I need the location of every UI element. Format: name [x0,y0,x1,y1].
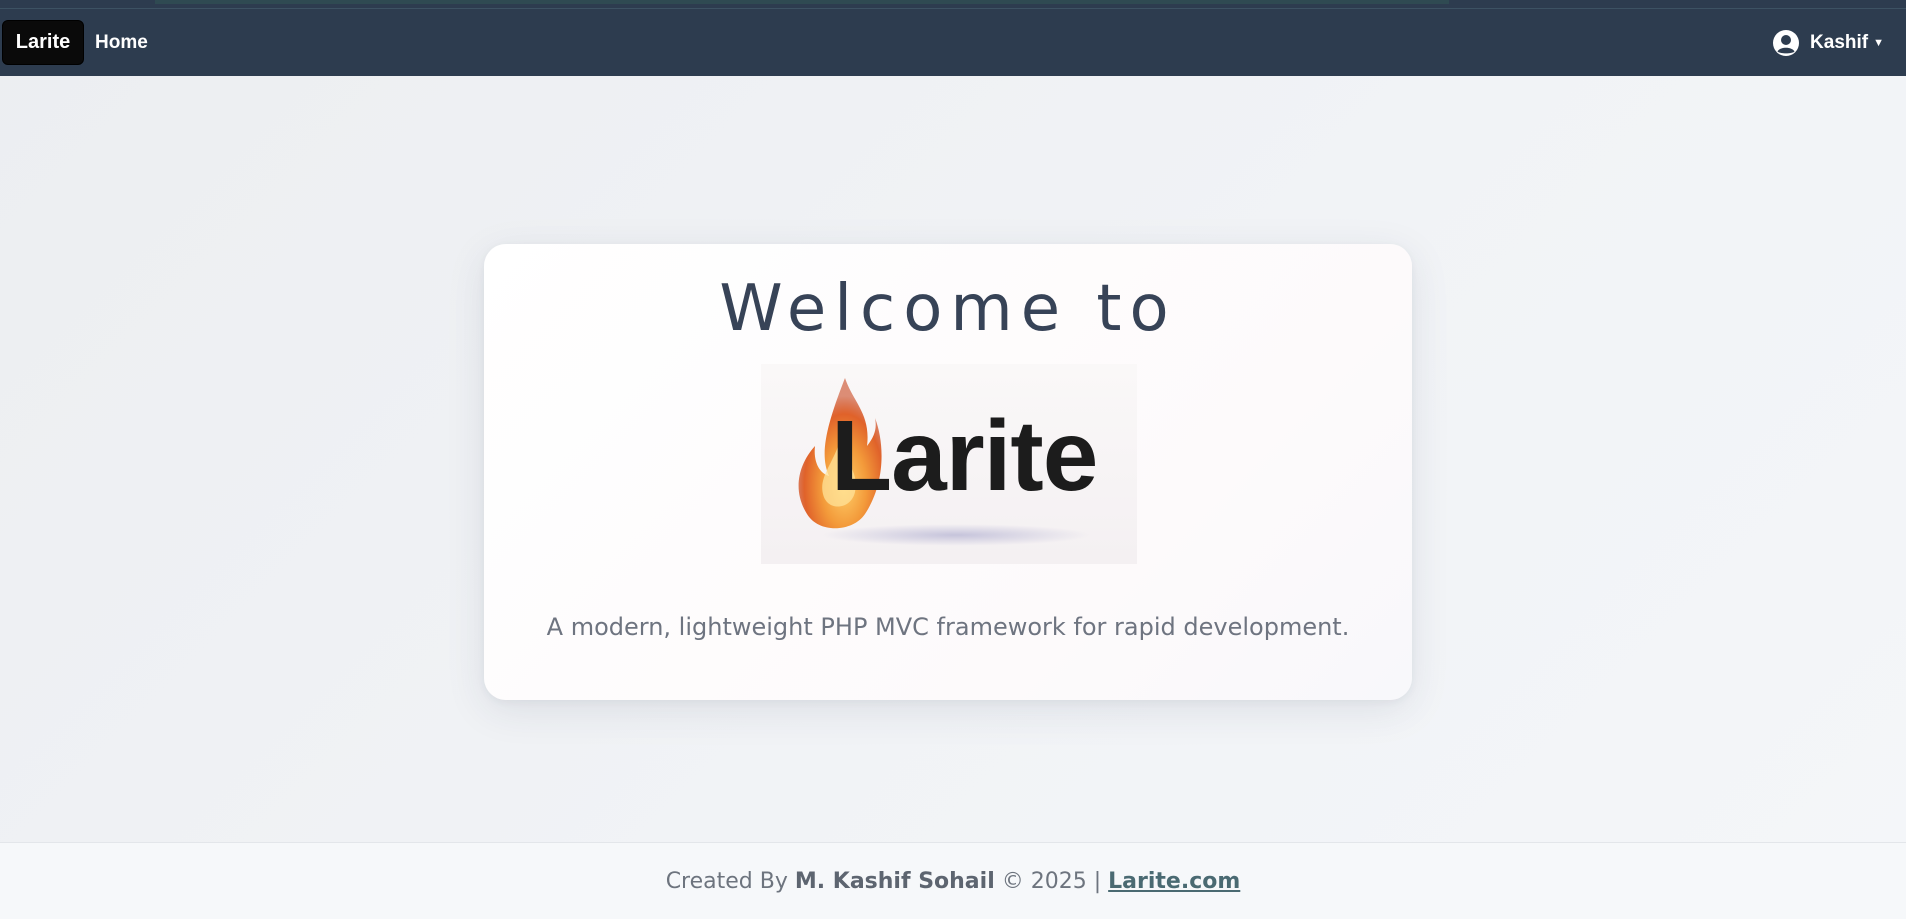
user-circle-icon [1773,29,1800,56]
user-dropdown-toggle[interactable]: Kashif ▼ [1772,29,1884,57]
navbar: Larite Home Kashif ▼ [0,9,1906,76]
footer-separator: | [1093,868,1102,894]
navbar-left: Larite Home [2,20,148,65]
footer-link[interactable]: Larite.com [1108,869,1240,894]
tagline: A modern, lightweight PHP MVC framework … [546,613,1350,641]
footer-copyright: © 2025 [1001,868,1087,894]
footer-prefix: Created By [665,868,788,894]
logo-wordmark: Larite [831,400,1098,512]
footer: Created By M. Kashif Sohail © 2025 | Lar… [0,842,1906,919]
nav-link-home[interactable]: Home [95,32,148,54]
larite-logo: Larite [761,364,1137,564]
page-title: Welcome to [719,272,1177,346]
chevron-down-icon: ▼ [1873,36,1884,49]
top-loading-strip [0,0,1906,9]
footer-author: M. Kashif Sohail [794,868,995,894]
welcome-card: Welcome to Larite A modern, lightweight … [484,244,1412,700]
user-name: Kashif [1810,31,1869,53]
brand-button[interactable]: Larite [2,20,84,65]
loading-progress-bar [155,0,1449,4]
